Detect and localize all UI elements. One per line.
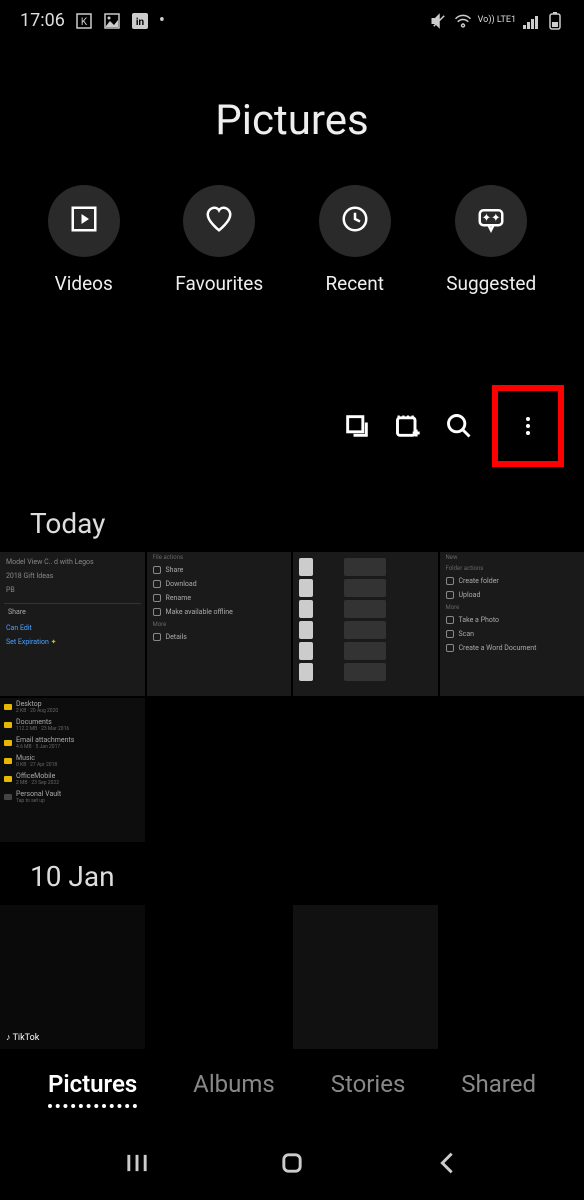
signal-icon xyxy=(522,12,540,30)
category-label: Favourites xyxy=(175,272,263,295)
battery-icon xyxy=(546,12,564,30)
tab-pictures[interactable]: Pictures xyxy=(48,1070,137,1108)
tab-stories[interactable]: Stories xyxy=(331,1070,406,1108)
tiktok-icon: ♪ TikTok xyxy=(6,1032,39,1043)
folder-icon xyxy=(4,758,12,764)
notification-icon-k: K xyxy=(75,12,93,30)
category-suggested[interactable]: ✦✦ Suggested xyxy=(446,185,536,295)
status-bar: 17:06 K in • Vo)) LTE1 xyxy=(0,0,584,41)
download-icon xyxy=(153,580,161,588)
upload-icon xyxy=(446,591,454,599)
toolbar xyxy=(0,385,584,467)
vault-icon xyxy=(4,794,12,800)
rename-icon xyxy=(153,594,161,602)
categories-row: Videos Favourites Recent ✦✦ Suggested xyxy=(0,185,584,295)
today-grid: Model View C.. d with Legos 2018 Gift Id… xyxy=(0,552,584,842)
thumbnail[interactable] xyxy=(147,905,292,1049)
category-videos[interactable]: Videos xyxy=(48,185,120,295)
tab-shared[interactable]: Shared xyxy=(461,1070,536,1108)
details-icon xyxy=(153,633,161,641)
folder-plus-icon xyxy=(446,577,454,585)
play-box-icon xyxy=(69,204,99,238)
more-options-button[interactable] xyxy=(510,408,546,444)
jan-grid: ♪ TikTok xyxy=(0,905,584,1049)
category-label: Suggested xyxy=(446,272,536,295)
stack-button[interactable] xyxy=(339,408,375,444)
folder-icon xyxy=(4,740,12,746)
camera-icon xyxy=(446,616,454,624)
more-notifications-dot: • xyxy=(159,10,165,31)
search-button[interactable] xyxy=(441,408,477,444)
svg-text:in: in xyxy=(136,17,145,28)
nav-bar xyxy=(0,1130,584,1200)
tab-albums[interactable]: Albums xyxy=(193,1070,275,1108)
recents-button[interactable] xyxy=(123,1149,151,1181)
section-header-10jan: 10 Jan xyxy=(0,860,584,893)
category-label: Recent xyxy=(325,272,384,295)
thumbnail[interactable]: Model View C.. d with Legos 2018 Gift Id… xyxy=(0,552,145,696)
image-icon xyxy=(103,12,121,30)
thumbnail[interactable] xyxy=(293,905,438,1049)
heart-icon xyxy=(204,204,234,238)
page-title: Pictures xyxy=(0,96,584,145)
category-favourites[interactable]: Favourites xyxy=(175,185,263,295)
create-button[interactable] xyxy=(390,408,426,444)
folder-icon xyxy=(4,722,12,728)
thumbnail[interactable] xyxy=(293,552,438,696)
wifi-icon xyxy=(454,12,472,30)
thumbnail[interactable]: ♪ TikTok xyxy=(0,905,145,1049)
network-label: Vo)) LTE1 xyxy=(478,16,516,25)
linkedin-icon: in xyxy=(131,12,149,30)
svg-text:K: K xyxy=(81,17,88,28)
clock-icon xyxy=(340,204,370,238)
mute-icon xyxy=(430,12,448,30)
thumbnail[interactable]: File actions Share Download Rename Make … xyxy=(147,552,292,696)
bottom-tabs: Pictures Albums Stories Shared xyxy=(0,1070,584,1108)
section-header-today: Today xyxy=(0,507,584,540)
home-button[interactable] xyxy=(278,1149,306,1181)
thumbnail[interactable]: Desktop2 KB · 20 Aug 2020 Documents112.2… xyxy=(0,698,145,842)
thumbnail[interactable]: New Folder actions Create folder Upload … xyxy=(440,552,584,696)
share-icon xyxy=(153,566,161,574)
offline-icon xyxy=(153,608,161,616)
scan-icon xyxy=(446,630,454,638)
word-icon xyxy=(446,644,454,652)
category-label: Videos xyxy=(55,272,113,295)
folder-icon xyxy=(4,776,12,782)
status-time: 17:06 xyxy=(20,10,65,31)
chat-sparkle-icon: ✦✦ xyxy=(476,204,506,238)
folder-icon xyxy=(4,704,12,710)
svg-text:✦✦: ✦✦ xyxy=(482,212,501,225)
back-button[interactable] xyxy=(433,1149,461,1181)
category-recent[interactable]: Recent xyxy=(319,185,391,295)
more-options-highlight xyxy=(492,385,564,467)
